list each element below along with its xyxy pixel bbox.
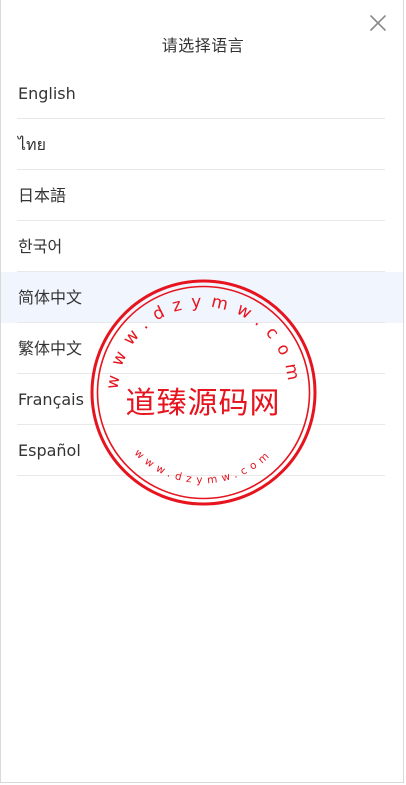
- language-option-korean[interactable]: 한국어: [1, 221, 403, 272]
- language-label: English: [18, 84, 76, 103]
- watermark-inner-ring-text: www.dzymw.com: [132, 447, 275, 486]
- watermark-text: 道臻源码网: [125, 386, 281, 421]
- dialog-title: 请选择语言: [161, 36, 245, 55]
- language-label: 繁体中文: [18, 339, 83, 358]
- language-label: 简体中文: [18, 288, 83, 307]
- language-option-english[interactable]: English: [1, 68, 403, 119]
- language-option-japanese[interactable]: 日本語: [1, 170, 403, 221]
- dialog-header: 请选择语言: [1, 0, 405, 68]
- language-label: 日本語: [18, 186, 67, 205]
- language-label: 한국어: [18, 237, 63, 256]
- language-label: Español: [18, 441, 81, 460]
- language-label: ไทย: [18, 135, 46, 154]
- language-option-thai[interactable]: ไทย: [1, 119, 403, 170]
- close-button[interactable]: [367, 12, 389, 34]
- close-icon[interactable]: [367, 12, 389, 34]
